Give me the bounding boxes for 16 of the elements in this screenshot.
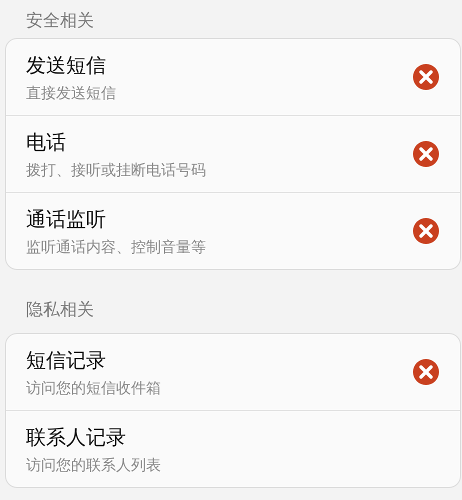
permission-description: 监听通话内容、控制音量等 [26,238,207,256]
remove-icon[interactable] [412,63,440,91]
remove-icon[interactable] [412,358,440,386]
permission-title: 短信记录 [26,346,107,374]
permission-title: 联系人记录 [26,424,127,450]
permission-title: 发送短信 [26,52,107,78]
remove-icon[interactable] [412,217,440,245]
permission-description: 访问您的短信收件箱 [26,378,162,398]
permission-description: 直接发送短信 [26,84,117,102]
permission-description: 访问您的联系人列表 [26,456,162,474]
section-title: 隐私相关 [26,300,94,320]
permission-title: 电话 [26,128,67,156]
section-title: 安全相关 [26,11,94,31]
permission-description: 拨打、接听或挂断电话号码 [26,160,207,180]
remove-icon[interactable] [412,140,440,168]
permission-title: 通话监听 [26,206,107,232]
